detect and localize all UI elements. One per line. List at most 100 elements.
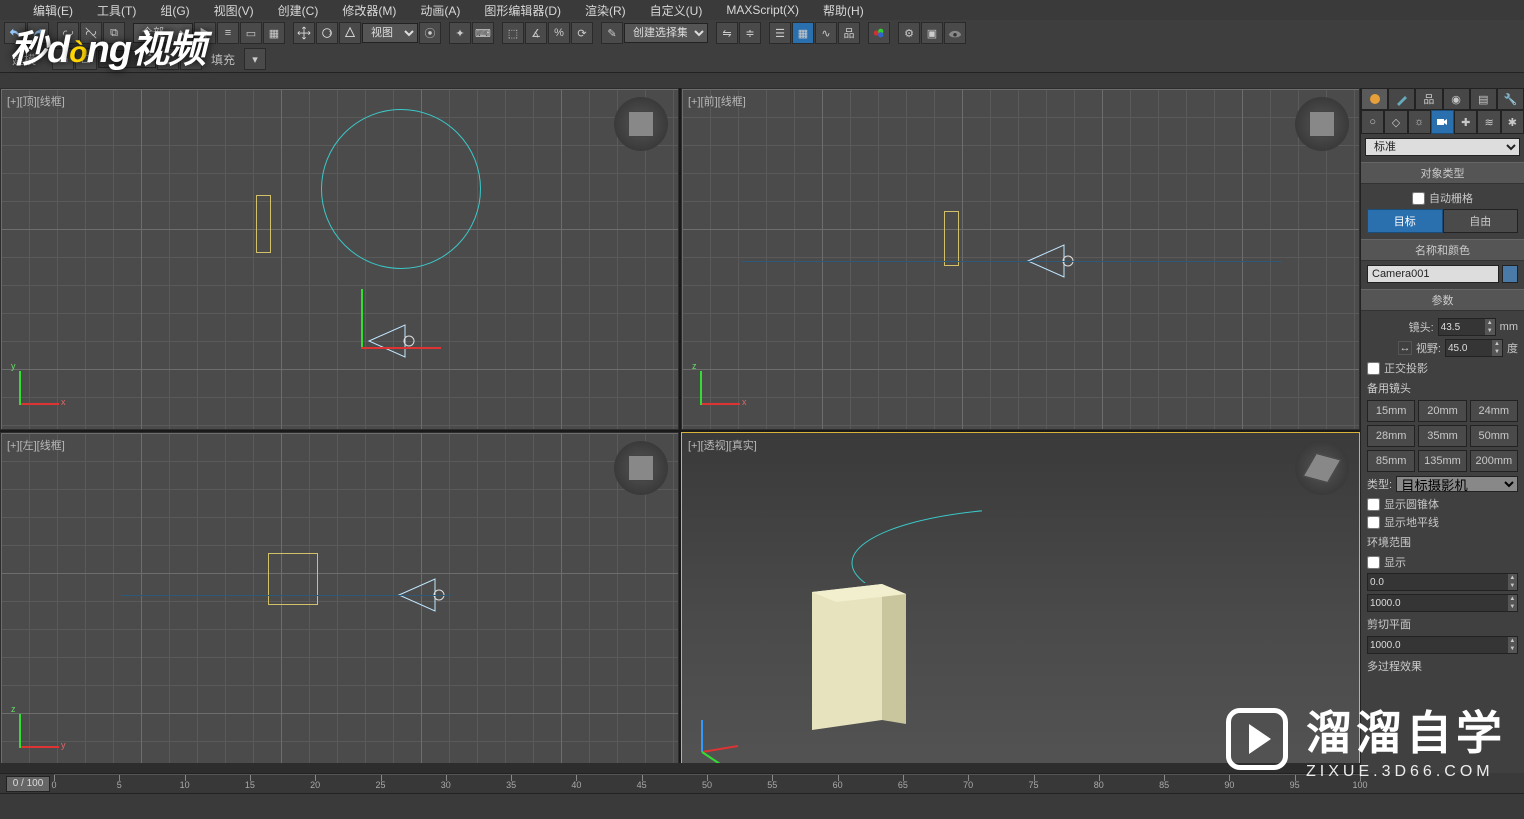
lights-subtab[interactable]: ☼ bbox=[1408, 110, 1431, 134]
lens-preset-button[interactable]: 15mm bbox=[1367, 400, 1415, 422]
menu-modifier[interactable]: 修改器(M) bbox=[331, 0, 407, 22]
modify-tab[interactable] bbox=[1388, 88, 1415, 110]
lens-preset-button[interactable]: 50mm bbox=[1470, 425, 1518, 447]
align-button[interactable]: ≑ bbox=[739, 22, 761, 44]
named-selection-edit-button[interactable]: ✎ bbox=[601, 22, 623, 44]
viewcube-icon[interactable] bbox=[1295, 97, 1349, 151]
parameters-rollout-header[interactable]: 参数 bbox=[1361, 289, 1524, 311]
mirror-button[interactable]: ⇋ bbox=[716, 22, 738, 44]
menu-graph[interactable]: 图形编辑器(D) bbox=[473, 0, 572, 22]
menu-anim[interactable]: 动画(A) bbox=[409, 0, 471, 22]
ribbon-tool-4[interactable]: ⋮ bbox=[180, 48, 202, 70]
viewport-front[interactable]: [+][前][线框] xz bbox=[681, 88, 1360, 430]
menu-maxscript[interactable]: MAXScript(X) bbox=[715, 0, 810, 20]
systems-subtab[interactable]: ✱ bbox=[1501, 110, 1524, 134]
rotate-button[interactable] bbox=[316, 22, 338, 44]
viewcube-icon[interactable] bbox=[614, 97, 668, 151]
keyboard-shortcut-button[interactable]: ⌨ bbox=[472, 22, 494, 44]
ribbon-dropdown-icon[interactable]: ▾ bbox=[244, 48, 266, 70]
selection-filter-dropdown[interactable]: 全部 bbox=[133, 23, 193, 43]
ribbon-tool-2[interactable]: ☐ bbox=[75, 48, 97, 70]
menu-group[interactable]: 组(G) bbox=[149, 0, 200, 22]
viewcube-icon[interactable] bbox=[614, 441, 668, 495]
viewcube-icon[interactable] bbox=[1295, 441, 1349, 495]
menu-custom[interactable]: 自定义(U) bbox=[639, 0, 714, 22]
menu-help[interactable]: 帮助(H) bbox=[812, 0, 875, 22]
named-selection-dropdown[interactable]: 创建选择集 bbox=[624, 23, 708, 43]
lens-preset-button[interactable]: 85mm bbox=[1367, 450, 1415, 472]
ref-coord-dropdown[interactable]: 视图 bbox=[362, 23, 418, 43]
near-range-spinner[interactable]: ▲▼ bbox=[1367, 573, 1518, 591]
ribbon-spinner[interactable]: ▲▼ bbox=[98, 50, 156, 68]
viewport-perspective[interactable]: [+][透视][真实] bbox=[681, 432, 1360, 774]
ribbon-tool-3[interactable]: ⋮ bbox=[157, 48, 179, 70]
viewport-perspective-label[interactable]: [+][透视][真实] bbox=[688, 437, 757, 453]
curve-editor-button[interactable]: ∿ bbox=[815, 22, 837, 44]
rendered-frame-button[interactable]: ▣ bbox=[921, 22, 943, 44]
env-show-checkbox[interactable]: 显示 bbox=[1367, 554, 1518, 570]
camera-category-dropdown[interactable]: 标准 bbox=[1365, 138, 1520, 156]
utilities-tab[interactable]: 🔧 bbox=[1497, 88, 1524, 110]
show-cone-checkbox[interactable]: 显示圆锥体 bbox=[1367, 496, 1518, 512]
time-slider-handle[interactable]: 0 / 100 bbox=[6, 776, 50, 792]
unlink-button[interactable] bbox=[80, 22, 102, 44]
move-button[interactable] bbox=[293, 22, 315, 44]
name-color-rollout-header[interactable]: 名称和颜色 bbox=[1361, 239, 1524, 261]
menu-view[interactable]: 视图(V) bbox=[203, 0, 265, 22]
ribbon-tool-1[interactable]: ▭ bbox=[52, 48, 74, 70]
link-button[interactable] bbox=[57, 22, 79, 44]
scale-button[interactable] bbox=[339, 22, 361, 44]
shapes-subtab[interactable]: ◇ bbox=[1384, 110, 1407, 134]
object-color-swatch[interactable] bbox=[1502, 265, 1518, 283]
lens-preset-button[interactable]: 35mm bbox=[1418, 425, 1466, 447]
viewport-left-label[interactable]: [+][左][线框] bbox=[7, 437, 65, 453]
menu-create[interactable]: 创建(C) bbox=[267, 0, 330, 22]
create-tab[interactable] bbox=[1361, 88, 1388, 110]
viewport-top[interactable]: [+][顶][线框] xy bbox=[0, 88, 679, 430]
lens-preset-button[interactable]: 135mm bbox=[1418, 450, 1466, 472]
fov-direction-button[interactable]: ↔ bbox=[1398, 341, 1412, 355]
far-range-spinner[interactable]: ▲▼ bbox=[1367, 594, 1518, 612]
select-button[interactable] bbox=[194, 22, 216, 44]
select-manip-button[interactable]: ✦ bbox=[449, 22, 471, 44]
fov-spinner[interactable]: ▲▼ bbox=[1445, 339, 1503, 357]
viewport-left[interactable]: [+][左][线框] yz bbox=[0, 432, 679, 774]
lens-spinner[interactable]: ▲▼ bbox=[1438, 318, 1496, 336]
motion-tab[interactable]: ◉ bbox=[1443, 88, 1470, 110]
percent-snap-button[interactable]: % bbox=[548, 22, 570, 44]
auto-grid-checkbox[interactable]: 自动栅格 bbox=[1367, 190, 1518, 206]
spacewarps-subtab[interactable]: ≋ bbox=[1477, 110, 1500, 134]
viewport-hscrollbar[interactable] bbox=[0, 763, 1360, 773]
render-button[interactable] bbox=[944, 22, 966, 44]
angle-snap-button[interactable]: ∡ bbox=[525, 22, 547, 44]
menu-tools[interactable]: 工具(T) bbox=[86, 0, 147, 22]
clip-spinner[interactable]: ▲▼ bbox=[1367, 636, 1518, 654]
render-setup-button[interactable]: ⚙ bbox=[898, 22, 920, 44]
hierarchy-tab[interactable]: 品 bbox=[1415, 88, 1442, 110]
redo-button[interactable] bbox=[27, 22, 49, 44]
ortho-projection-checkbox[interactable]: 正交投影 bbox=[1367, 360, 1518, 376]
bind-button[interactable]: ⧉ bbox=[103, 22, 125, 44]
select-by-name-button[interactable]: ≡ bbox=[217, 22, 239, 44]
helpers-subtab[interactable]: ✚ bbox=[1454, 110, 1477, 134]
polygon-modeling-tab[interactable]: 建模 bbox=[4, 51, 44, 68]
window-crossing-button[interactable]: ▦ bbox=[263, 22, 285, 44]
time-slider[interactable]: 0 / 100 05101520253035404550556065707580… bbox=[0, 773, 1360, 793]
snap-toggle-button[interactable]: ⬚ bbox=[502, 22, 524, 44]
pivot-button[interactable]: ⦿ bbox=[419, 22, 441, 44]
viewport-top-label[interactable]: [+][顶][线框] bbox=[7, 93, 65, 109]
cameras-subtab[interactable] bbox=[1431, 110, 1454, 134]
object-name-input[interactable] bbox=[1367, 265, 1499, 283]
lens-preset-button[interactable]: 200mm bbox=[1470, 450, 1518, 472]
object-type-rollout-header[interactable]: 对象类型 bbox=[1361, 162, 1524, 184]
camera-type-dropdown[interactable]: 目标摄影机 bbox=[1396, 476, 1518, 492]
display-tab[interactable]: ▤ bbox=[1470, 88, 1497, 110]
viewport-front-label[interactable]: [+][前][线框] bbox=[688, 93, 746, 109]
menu-render[interactable]: 渲染(R) bbox=[574, 0, 637, 22]
show-horizon-checkbox[interactable]: 显示地平线 bbox=[1367, 514, 1518, 530]
schematic-view-button[interactable]: 品 bbox=[838, 22, 860, 44]
undo-button[interactable] bbox=[4, 22, 26, 44]
select-region-button[interactable]: ▭ bbox=[240, 22, 262, 44]
lens-preset-button[interactable]: 24mm bbox=[1470, 400, 1518, 422]
menu-edit[interactable]: 编辑(E) bbox=[22, 0, 84, 22]
